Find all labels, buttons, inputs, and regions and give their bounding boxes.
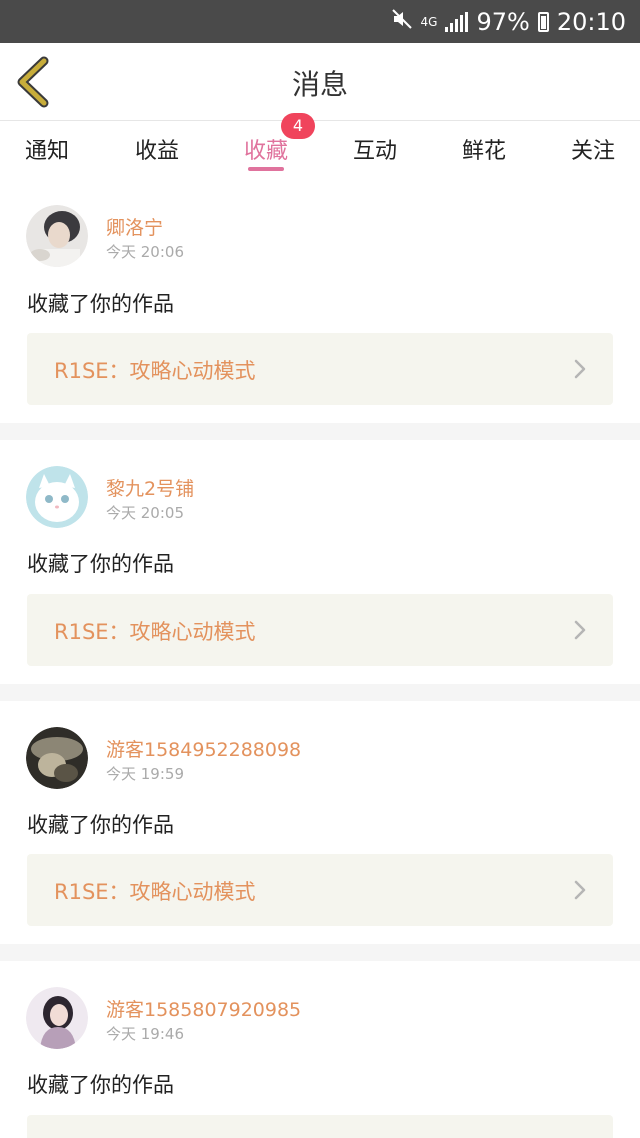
battery-percent: 97% — [476, 7, 530, 36]
message-text: 收藏了你的作品 — [27, 292, 174, 316]
message-card: 卿洛宁 今天 20:06 收藏了你的作品 R1SE：攻略心动模式 — [0, 181, 640, 423]
network-type: 4G — [420, 14, 438, 29]
signal-icon — [445, 11, 469, 32]
chevron-right-icon — [574, 359, 586, 379]
avatar[interactable] — [26, 727, 88, 789]
battery-icon — [537, 11, 549, 32]
message-text: 收藏了你的作品 — [27, 552, 174, 576]
active-tab-indicator — [248, 167, 284, 171]
work-title: R1SE：攻略心动模式 — [54, 880, 256, 904]
message-time: 今天 20:06 — [106, 243, 184, 261]
message-card: 游客1585807920985 今天 19:46 收藏了你的作品 — [0, 961, 640, 1138]
tab-bar: 通知 收益 收藏 互动 鲜花 关注 — [0, 121, 640, 181]
clock: 20:10 — [556, 7, 626, 36]
navigation-bar: 消息 — [0, 43, 640, 121]
tab-notifications[interactable]: 通知 — [7, 133, 87, 165]
user-name[interactable]: 黎九2号铺 — [106, 474, 194, 501]
message-card: 黎九2号铺 今天 20:05 收藏了你的作品 R1SE：攻略心动模式 — [0, 440, 640, 684]
tab-interactions[interactable]: 互动 — [335, 133, 415, 165]
message-text: 收藏了你的作品 — [27, 1073, 174, 1097]
message-time: 今天 19:59 — [106, 765, 184, 783]
avatar[interactable] — [26, 205, 88, 267]
user-name[interactable]: 游客1585807920985 — [106, 995, 301, 1022]
tab-follows[interactable]: 关注 — [553, 133, 633, 165]
work-link[interactable]: R1SE：攻略心动模式 — [27, 333, 613, 405]
message-time: 今天 20:05 — [106, 504, 184, 522]
status-bar: 4G 97% 20:10 — [0, 0, 640, 43]
message-time: 今天 19:46 — [106, 1025, 184, 1043]
tab-earnings[interactable]: 收益 — [117, 133, 197, 165]
message-text: 收藏了你的作品 — [27, 813, 174, 837]
work-link[interactable]: R1SE：攻略心动模式 — [27, 854, 613, 926]
work-title: R1SE：攻略心动模式 — [54, 620, 256, 644]
user-name[interactable]: 卿洛宁 — [106, 213, 163, 240]
chevron-right-icon — [574, 620, 586, 640]
chevron-right-icon — [574, 880, 586, 900]
work-title: R1SE：攻略心动模式 — [54, 359, 256, 383]
page-title: 消息 — [291, 68, 348, 101]
avatar[interactable] — [26, 987, 88, 1049]
message-card: 游客1584952288098 今天 19:59 收藏了你的作品 R1SE：攻略… — [0, 701, 640, 944]
favorites-badge: 4 — [281, 113, 315, 139]
tab-flowers[interactable]: 鲜花 — [444, 133, 524, 165]
work-link[interactable] — [27, 1115, 613, 1138]
mute-icon — [391, 8, 413, 36]
work-link[interactable]: R1SE：攻略心动模式 — [27, 594, 613, 666]
user-name[interactable]: 游客1584952288098 — [106, 735, 301, 762]
avatar[interactable] — [26, 466, 88, 528]
